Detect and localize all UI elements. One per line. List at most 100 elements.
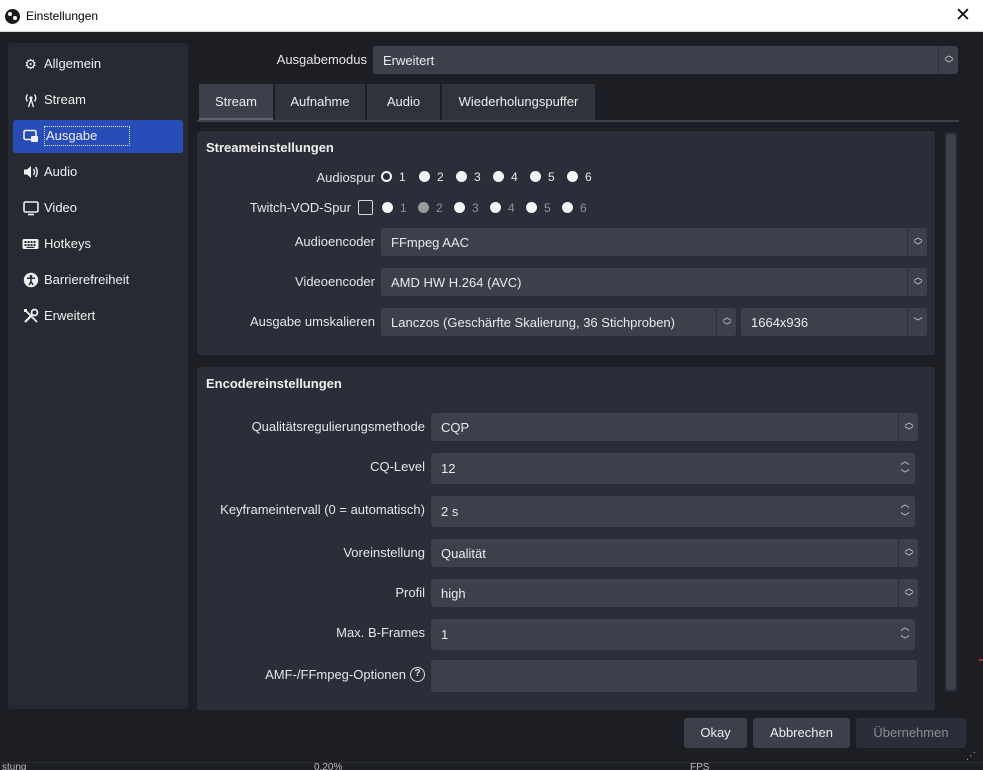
twitch-track-radio-2[interactable] bbox=[418, 202, 429, 213]
video-encoder-select[interactable]: AMD HW H.264 (AVC) ︿ ﹀ bbox=[381, 268, 927, 296]
audio-encoder-select[interactable]: FFmpeg AAC ︿ ﹀ bbox=[381, 228, 927, 256]
bframes-value: 1 bbox=[441, 627, 449, 642]
updown-icon: ︿ ﹀ bbox=[938, 46, 958, 74]
output-mode-select[interactable]: Erweitert ︿ ﹀ bbox=[373, 46, 958, 74]
tab-aufnahme[interactable]: Aufnahme bbox=[275, 84, 365, 120]
updown-icon: ︿ ﹀ bbox=[716, 308, 736, 336]
settings-sidebar: ⚙ Allgemein Stream Ausgabe Audio Video H… bbox=[8, 43, 188, 709]
audio-track-radio-3[interactable] bbox=[456, 171, 467, 182]
amf-options-input[interactable] bbox=[431, 660, 917, 692]
sidebar-item-audio[interactable]: Audio bbox=[13, 156, 183, 189]
obs-logo-icon bbox=[5, 9, 20, 24]
audio-track-radio-1[interactable] bbox=[381, 171, 392, 182]
twitch-track-radio-3[interactable] bbox=[454, 202, 465, 213]
rescale-resolution-value: 1664x936 bbox=[751, 315, 809, 330]
preset-select[interactable]: Qualität ︿ ﹀ bbox=[431, 539, 918, 567]
updown-icon: ︿ ﹀ bbox=[898, 539, 918, 567]
output-mode-value: Erweitert bbox=[383, 53, 435, 68]
chevron-down-icon: ﹀ bbox=[907, 308, 927, 336]
keyboard-icon bbox=[22, 236, 39, 253]
sidebar-item-label: Ausgabe bbox=[44, 126, 131, 146]
audio-track-radio-label: 3 bbox=[474, 170, 481, 184]
tab-wiederholungspuffer[interactable]: Wiederholungspuffer bbox=[442, 84, 595, 120]
tab-audio[interactable]: Audio bbox=[367, 84, 440, 120]
okay-button[interactable]: Okay bbox=[684, 718, 747, 748]
status-fps-text: FPS bbox=[690, 763, 710, 770]
twitch-track-radio-label: 1 bbox=[400, 201, 407, 215]
sidebar-item-label: Video bbox=[44, 200, 78, 215]
twitch-vod-label: Twitch-VOD-Spur bbox=[249, 200, 351, 215]
audio-track-radio-4[interactable] bbox=[493, 171, 504, 182]
resize-grip-icon[interactable]: ⋰ bbox=[966, 751, 976, 762]
rate-control-value: CQP bbox=[441, 420, 470, 435]
video-encoder-label: Videoencoder bbox=[295, 274, 375, 289]
cancel-button[interactable]: Abbrechen bbox=[753, 718, 850, 748]
preset-label: Voreinstellung bbox=[343, 545, 425, 560]
rate-control-select[interactable]: CQP ︿ ﹀ bbox=[431, 413, 918, 441]
twitch-track-radio-1[interactable] bbox=[382, 202, 393, 213]
spin-arrows-icon[interactable]: ︿ ﹀ bbox=[895, 453, 915, 481]
speaker-icon bbox=[22, 164, 39, 181]
bframes-spinbox[interactable]: 1 ︿ ﹀ bbox=[431, 619, 915, 650]
spin-arrows-icon[interactable]: ︿ ﹀ bbox=[895, 496, 915, 524]
monitor-icon bbox=[22, 200, 39, 217]
updown-icon: ︿ ﹀ bbox=[898, 579, 918, 607]
audio-encoder-value: FFmpeg AAC bbox=[391, 235, 470, 250]
audio-track-radio-label: 4 bbox=[511, 170, 518, 184]
profile-value: high bbox=[441, 586, 466, 601]
sidebar-item-hotkeys[interactable]: Hotkeys bbox=[13, 228, 183, 261]
audio-track-label: Audiospur bbox=[316, 170, 375, 185]
profile-select[interactable]: high ︿ ﹀ bbox=[431, 579, 918, 607]
accessibility-icon bbox=[22, 272, 39, 289]
help-icon[interactable]: ? bbox=[410, 667, 425, 682]
sidebar-item-label: Barrierefreiheit bbox=[44, 272, 130, 287]
audio-track-radio-6[interactable] bbox=[567, 171, 578, 182]
video-encoder-value: AMD HW H.264 (AVC) bbox=[391, 275, 522, 290]
audio-track-radio-label: 5 bbox=[548, 170, 555, 184]
twitch-vod-checkbox[interactable] bbox=[358, 200, 373, 215]
sidebar-item-allgemein[interactable]: ⚙ Allgemein bbox=[13, 48, 183, 81]
audio-encoder-label: Audioencoder bbox=[294, 234, 375, 249]
sidebar-item-stream[interactable]: Stream bbox=[13, 84, 183, 117]
encoder-settings-title: Encodereinstellungen bbox=[206, 376, 342, 391]
sidebar-item-video[interactable]: Video bbox=[13, 192, 183, 225]
audio-track-radio-5[interactable] bbox=[530, 171, 541, 182]
close-icon[interactable]: ✕ bbox=[948, 2, 978, 30]
sidebar-item-erweitert[interactable]: Erweitert bbox=[13, 300, 183, 333]
status-bar bbox=[0, 762, 983, 770]
sidebar-item-label: Audio bbox=[44, 164, 78, 179]
edge-marker bbox=[979, 659, 983, 661]
spin-arrows-icon[interactable]: ︿ ﹀ bbox=[895, 619, 915, 647]
bframes-label: Max. B-Frames bbox=[336, 625, 425, 640]
sidebar-item-barrierefreiheit[interactable]: Barrierefreiheit bbox=[13, 264, 183, 297]
sidebar-item-label: Allgemein bbox=[44, 56, 102, 71]
keyframe-spinbox[interactable]: 2 s ︿ ﹀ bbox=[431, 496, 915, 527]
audio-track-radio-label: 2 bbox=[437, 170, 444, 184]
apply-button[interactable]: Übernehmen bbox=[856, 718, 966, 748]
twitch-track-radio-label: 6 bbox=[580, 201, 587, 215]
twitch-track-radio-4[interactable] bbox=[490, 202, 501, 213]
keyframe-value: 2 s bbox=[441, 504, 459, 519]
cq-level-label: CQ-Level bbox=[370, 459, 425, 474]
cq-level-spinbox[interactable]: 12 ︿ ﹀ bbox=[431, 453, 915, 484]
scrollbar-thumb[interactable] bbox=[946, 134, 956, 690]
audio-track-radio-label: 6 bbox=[585, 170, 592, 184]
updown-icon: ︿ ﹀ bbox=[898, 413, 918, 441]
status-cpu-text: 0.20% bbox=[314, 763, 343, 770]
rescale-resolution-select[interactable]: 1664x936 ﹀ bbox=[741, 308, 927, 336]
sidebar-item-ausgabe[interactable]: Ausgabe bbox=[13, 120, 183, 153]
window-title: Einstellungen bbox=[26, 9, 99, 23]
gear-icon: ⚙ bbox=[24, 56, 37, 72]
preset-value: Qualität bbox=[441, 546, 486, 561]
audio-track-radio-2[interactable] bbox=[419, 171, 430, 182]
status-left-text: stung bbox=[2, 763, 27, 770]
rescale-label: Ausgabe umskalieren bbox=[249, 314, 375, 329]
title-bar: Einstellungen ✕ bbox=[0, 0, 983, 32]
sidebar-item-label: Hotkeys bbox=[44, 236, 91, 251]
rescale-filter-value: Lanczos (Geschärfte Skalierung, 36 Stich… bbox=[391, 315, 675, 330]
twitch-track-radio-5[interactable] bbox=[526, 202, 537, 213]
twitch-track-radio-label: 4 bbox=[508, 201, 515, 215]
twitch-track-radio-6[interactable] bbox=[562, 202, 573, 213]
tab-stream[interactable]: Stream bbox=[199, 84, 273, 120]
rescale-filter-select[interactable]: Lanczos (Geschärfte Skalierung, 36 Stich… bbox=[381, 308, 736, 336]
